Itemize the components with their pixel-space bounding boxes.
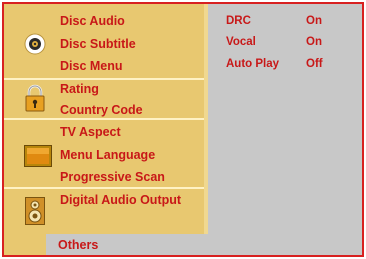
menu-item-disc-audio[interactable]: Disc Audio — [60, 13, 125, 29]
setting-value-auto-play[interactable]: Off — [306, 57, 323, 71]
menu-item-digital-audio-output[interactable]: Digital Audio Output — [60, 192, 181, 208]
sidebar-bottom — [4, 241, 46, 255]
menu-item-progressive-scan[interactable]: Progressive Scan — [60, 169, 165, 185]
setup-menu-screen: Disc Audio Disc Subtitle Disc Menu Ratin… — [0, 0, 366, 259]
tv-icon — [24, 145, 52, 167]
group-separator — [4, 118, 204, 120]
menu-item-disc-subtitle[interactable]: Disc Subtitle — [60, 36, 136, 52]
setting-value-vocal[interactable]: On — [306, 35, 322, 49]
menu-item-others-selected[interactable]: Others — [46, 234, 208, 255]
menu-item-others-label: Others — [58, 238, 99, 252]
menu-item-country-code[interactable]: Country Code — [60, 102, 143, 118]
menu-item-rating[interactable]: Rating — [60, 81, 99, 97]
lock-icon — [24, 84, 46, 112]
menu-item-menu-language[interactable]: Menu Language — [60, 147, 155, 163]
speaker-icon — [25, 197, 45, 225]
group-separator — [4, 78, 204, 80]
menu-item-tv-aspect[interactable]: TV Aspect — [60, 124, 121, 140]
setting-value-drc[interactable]: On — [306, 14, 322, 28]
setting-label-vocal[interactable]: Vocal — [226, 35, 256, 49]
setting-label-auto-play[interactable]: Auto Play — [226, 57, 279, 71]
group-separator — [4, 187, 204, 189]
menu-item-disc-menu[interactable]: Disc Menu — [60, 58, 123, 74]
disc-icon — [24, 33, 46, 55]
setting-label-drc[interactable]: DRC — [226, 14, 251, 28]
